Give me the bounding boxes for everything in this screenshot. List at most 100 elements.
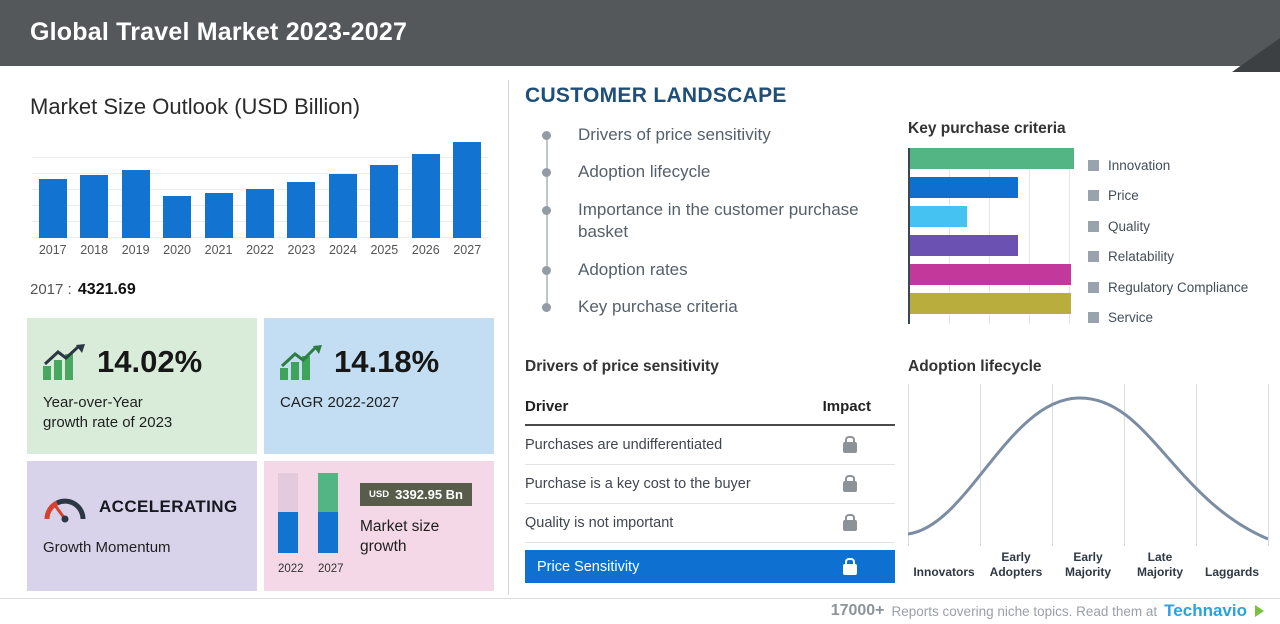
growth-mini-chart-labels: 2022 2027 [278, 563, 338, 575]
market-growth-card: 2022 2027 USD 3392.95 Bn Market size grow… [264, 461, 494, 591]
market-bar-2026: 2026 [405, 142, 446, 238]
technavio-logo[interactable]: Technavio [1164, 601, 1247, 621]
mini-bar-column [278, 473, 298, 553]
stage-label-innovators: Innovators [908, 565, 980, 580]
report-count: 17000+ [831, 602, 885, 620]
market-size-chart: 2017201820192020202120222023202420252026… [32, 142, 488, 238]
criteria-bar-quality [910, 206, 967, 227]
legend-item: Innovation [1088, 150, 1248, 181]
criteria-bar-innovation [910, 148, 1074, 169]
trend-arrow-icon [280, 344, 322, 380]
criteria-bar-relatability [910, 235, 1018, 256]
market-year-label: 2021 [198, 243, 239, 257]
lock-icon [843, 520, 857, 531]
highlight-label: Price Sensitivity [537, 559, 639, 575]
landscape-item-price-sensitivity: Drivers of price sensitivity [542, 124, 872, 146]
market-bar-2023: 2023 [281, 142, 322, 238]
legend-item: Quality [1088, 211, 1248, 242]
legend-item: Price [1088, 181, 1248, 212]
landscape-list: Drivers of price sensitivity Adoption li… [542, 124, 872, 334]
market-year-label: 2024 [322, 243, 363, 257]
market-year-label: 2018 [73, 243, 114, 257]
footer: 17000+ Reports covering niche topics. Re… [831, 600, 1264, 622]
cagr-card: 14.18% CAGR 2022-2027 [264, 318, 494, 454]
technavio-arrow-icon [1255, 605, 1264, 617]
stage-label-early-majority: Early Majority [1052, 550, 1124, 580]
market-bar-2019: 2019 [115, 142, 156, 238]
market-bar-2017: 2017 [32, 142, 73, 238]
gauge-icon [43, 491, 87, 523]
page-title: Global Travel Market 2023-2027 [0, 0, 1280, 64]
column-driver: Driver [525, 398, 568, 415]
bar-growth-icon [43, 344, 85, 380]
market-year-label: 2017 [32, 243, 73, 257]
lock-icon [843, 564, 857, 575]
growth-desc: Market size growth [360, 517, 460, 557]
market-year-label: 2019 [115, 243, 156, 257]
price-sensitivity-title: Drivers of price sensitivity [525, 358, 719, 376]
stage-label-laggards: Laggards [1196, 565, 1268, 580]
price-sensitivity-highlight-row: Price Sensitivity [525, 550, 895, 583]
legend-label: Price [1108, 188, 1139, 203]
momentum-desc: Growth Momentum [43, 539, 241, 556]
base-year-value: 2017 : 4321.69 [30, 281, 136, 299]
legend-marker-icon [1088, 312, 1099, 323]
legend-marker-icon [1088, 251, 1099, 262]
momentum-card: ACCELERATING Growth Momentum [27, 461, 257, 591]
legend-item: Service [1088, 303, 1248, 334]
lock-icon [843, 481, 857, 492]
market-bar-2021: 2021 [198, 142, 239, 238]
bell-curve [908, 384, 1268, 546]
market-bar-2018: 2018 [73, 142, 114, 238]
market-year-label: 2022 [239, 243, 280, 257]
purchase-criteria-chart [908, 148, 1074, 324]
cagr-desc: CAGR 2022-2027 [280, 393, 478, 413]
legend-marker-icon [1088, 282, 1099, 293]
criteria-bar-service [910, 293, 1071, 314]
driver-label: Quality is not important [525, 515, 673, 531]
customer-landscape-title: CUSTOMER LANDSCAPE [525, 84, 787, 108]
yoy-growth-desc-line1: Year-over-Year [43, 393, 241, 413]
legend-label: Quality [1108, 219, 1150, 234]
base-year-separator: : [68, 281, 72, 298]
table-header: Driver Impact [525, 390, 895, 426]
market-bar-2024: 2024 [322, 142, 363, 238]
stat-cards: 14.02% Year-over-Year growth rate of 202… [27, 318, 494, 591]
lock-icon [843, 442, 857, 453]
adoption-lifecycle-title: Adoption lifecycle [908, 358, 1042, 376]
growth-amount-badge: USD 3392.95 Bn [360, 483, 472, 506]
legend-label: Service [1108, 310, 1153, 325]
stage-label-late-majority: Late Majority [1124, 550, 1196, 580]
market-bar-2025: 2025 [364, 142, 405, 238]
legend-label: Regulatory Compliance [1108, 280, 1248, 295]
yoy-growth-card: 14.02% Year-over-Year growth rate of 202… [27, 318, 257, 454]
driver-label: Purchase is a key cost to the buyer [525, 476, 751, 492]
landscape-item-purchase-criteria: Key purchase criteria [542, 296, 872, 318]
market-year-label: 2026 [405, 243, 446, 257]
market-size-title: Market Size Outlook (USD Billion) [30, 94, 360, 120]
mini-year-label: 2022 [278, 563, 298, 575]
table-row: Purchases are undifferentiated [525, 426, 895, 465]
column-impact: Impact [823, 398, 871, 415]
legend-item: Regulatory Compliance [1088, 272, 1248, 303]
footer-divider [0, 598, 1280, 599]
market-year-label: 2027 [447, 243, 488, 257]
market-year-label: 2023 [281, 243, 322, 257]
cagr-value: 14.18% [334, 344, 439, 380]
landscape-item-adoption-lifecycle: Adoption lifecycle [542, 161, 872, 183]
market-bar-2022: 2022 [239, 142, 280, 238]
price-sensitivity-table: Driver Impact Purchases are undifferenti… [525, 390, 895, 583]
legend-item: Relatability [1088, 242, 1248, 273]
base-year-amount: 4321.69 [78, 281, 136, 298]
criteria-bar-price [910, 177, 1018, 198]
purchase-criteria-title: Key purchase criteria [908, 120, 1066, 138]
legend-label: Relatability [1108, 249, 1174, 264]
driver-label: Purchases are undifferentiated [525, 437, 722, 453]
yoy-growth-desc-line2: growth rate of 2023 [43, 413, 241, 433]
mini-year-label: 2027 [318, 563, 338, 575]
footer-text: Reports covering niche topics. Read them… [892, 604, 1158, 619]
landscape-item-adoption-rates: Adoption rates [542, 259, 872, 281]
growth-badge-currency: USD [369, 489, 389, 500]
base-year-label: 2017 [30, 281, 63, 298]
legend-label: Innovation [1108, 158, 1170, 173]
